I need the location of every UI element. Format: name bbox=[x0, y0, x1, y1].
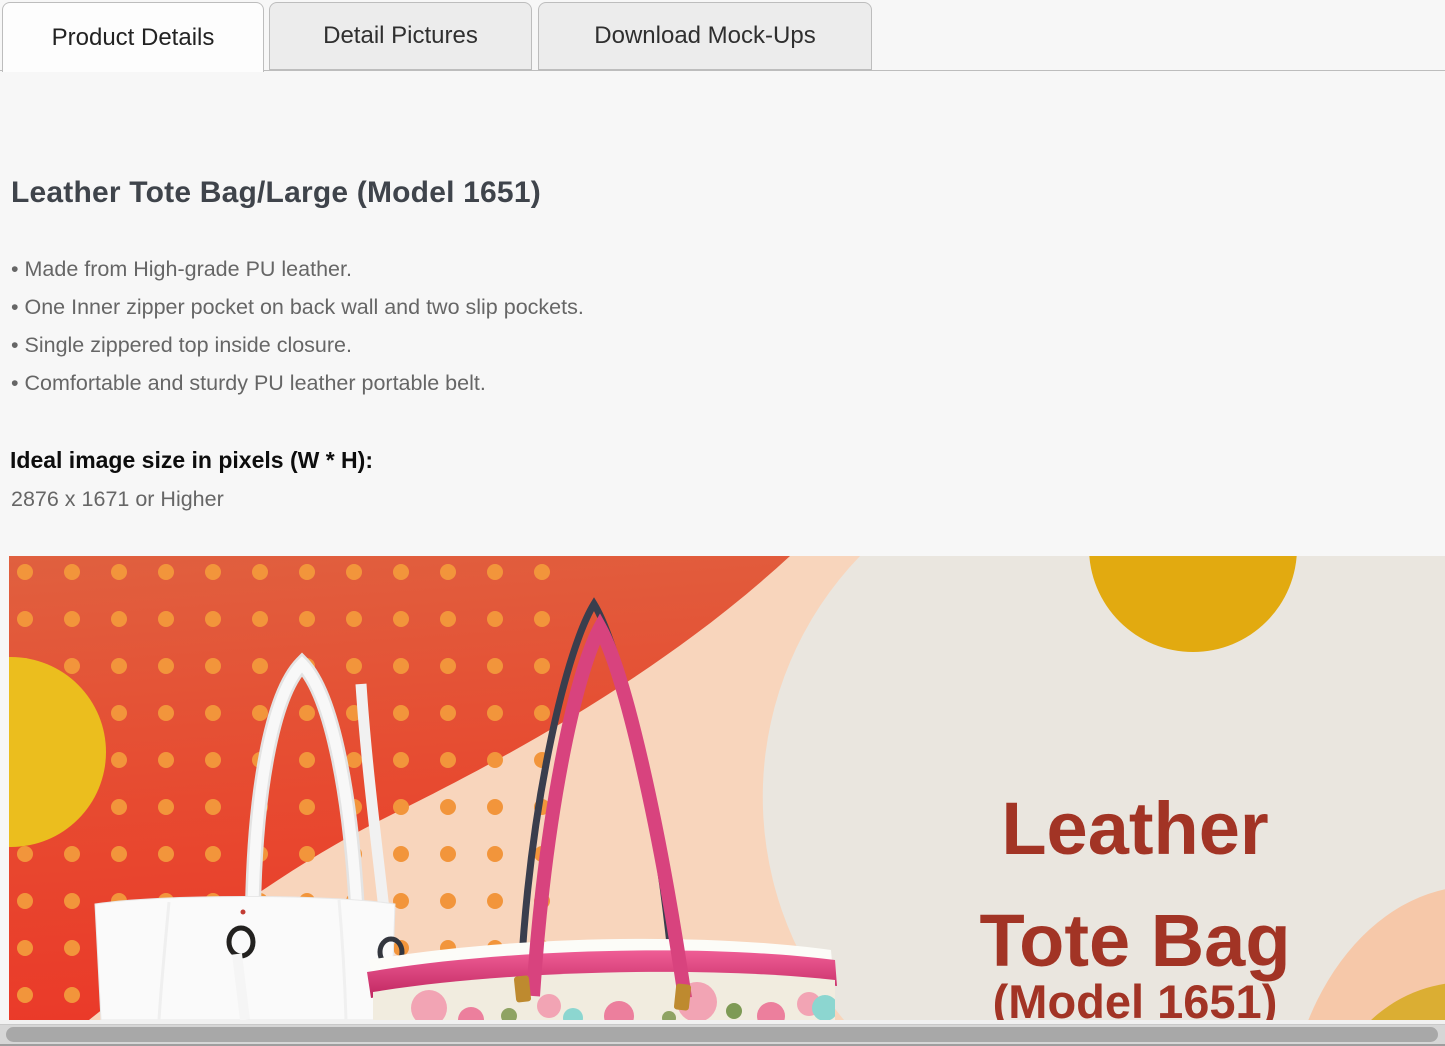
product-details-page: { "tabs": { "items": [ {"label": "Produc… bbox=[0, 0, 1445, 1046]
horizontal-scrollbar-thumb[interactable] bbox=[6, 1027, 1438, 1042]
tab-detail-pictures[interactable]: Detail Pictures bbox=[269, 2, 532, 70]
ideal-size-heading: Ideal image size in pixels (W * H): bbox=[10, 447, 373, 474]
feature-item: • Single zippered top inside closure. bbox=[11, 326, 1111, 364]
tab-product-details-label: Product Details bbox=[52, 24, 215, 52]
banner-title-line-3: (Model 1651) bbox=[993, 975, 1278, 1020]
product-banner-image: Leather Tote Bag (Model 1651) bbox=[9, 556, 1445, 1020]
banner-headline: Leather Tote Bag (Model 1651) bbox=[979, 787, 1290, 1020]
feature-item: • One Inner zipper pocket on back wall a… bbox=[11, 288, 1111, 326]
horizontal-scrollbar-track[interactable] bbox=[0, 1024, 1445, 1044]
product-title: Leather Tote Bag/Large (Model 1651) bbox=[11, 176, 1111, 210]
banner-artwork: Leather Tote Bag (Model 1651) bbox=[9, 556, 1445, 1020]
tab-detail-pictures-label: Detail Pictures bbox=[323, 22, 478, 50]
banner-title-line-1: Leather bbox=[1001, 787, 1268, 870]
product-feature-list: • Made from High-grade PU leather. • One… bbox=[11, 250, 1111, 402]
tab-download-mockups-label: Download Mock-Ups bbox=[594, 22, 815, 50]
feature-item: • Comfortable and sturdy PU leather port… bbox=[11, 364, 1111, 402]
tab-download-mockups[interactable]: Download Mock-Ups bbox=[538, 2, 872, 70]
feature-item: • Made from High-grade PU leather. bbox=[11, 250, 1111, 288]
tab-product-details[interactable]: Product Details bbox=[2, 2, 264, 72]
ideal-size-value: 2876 x 1671 or Higher bbox=[11, 487, 224, 512]
banner-title-line-2: Tote Bag bbox=[979, 899, 1290, 982]
